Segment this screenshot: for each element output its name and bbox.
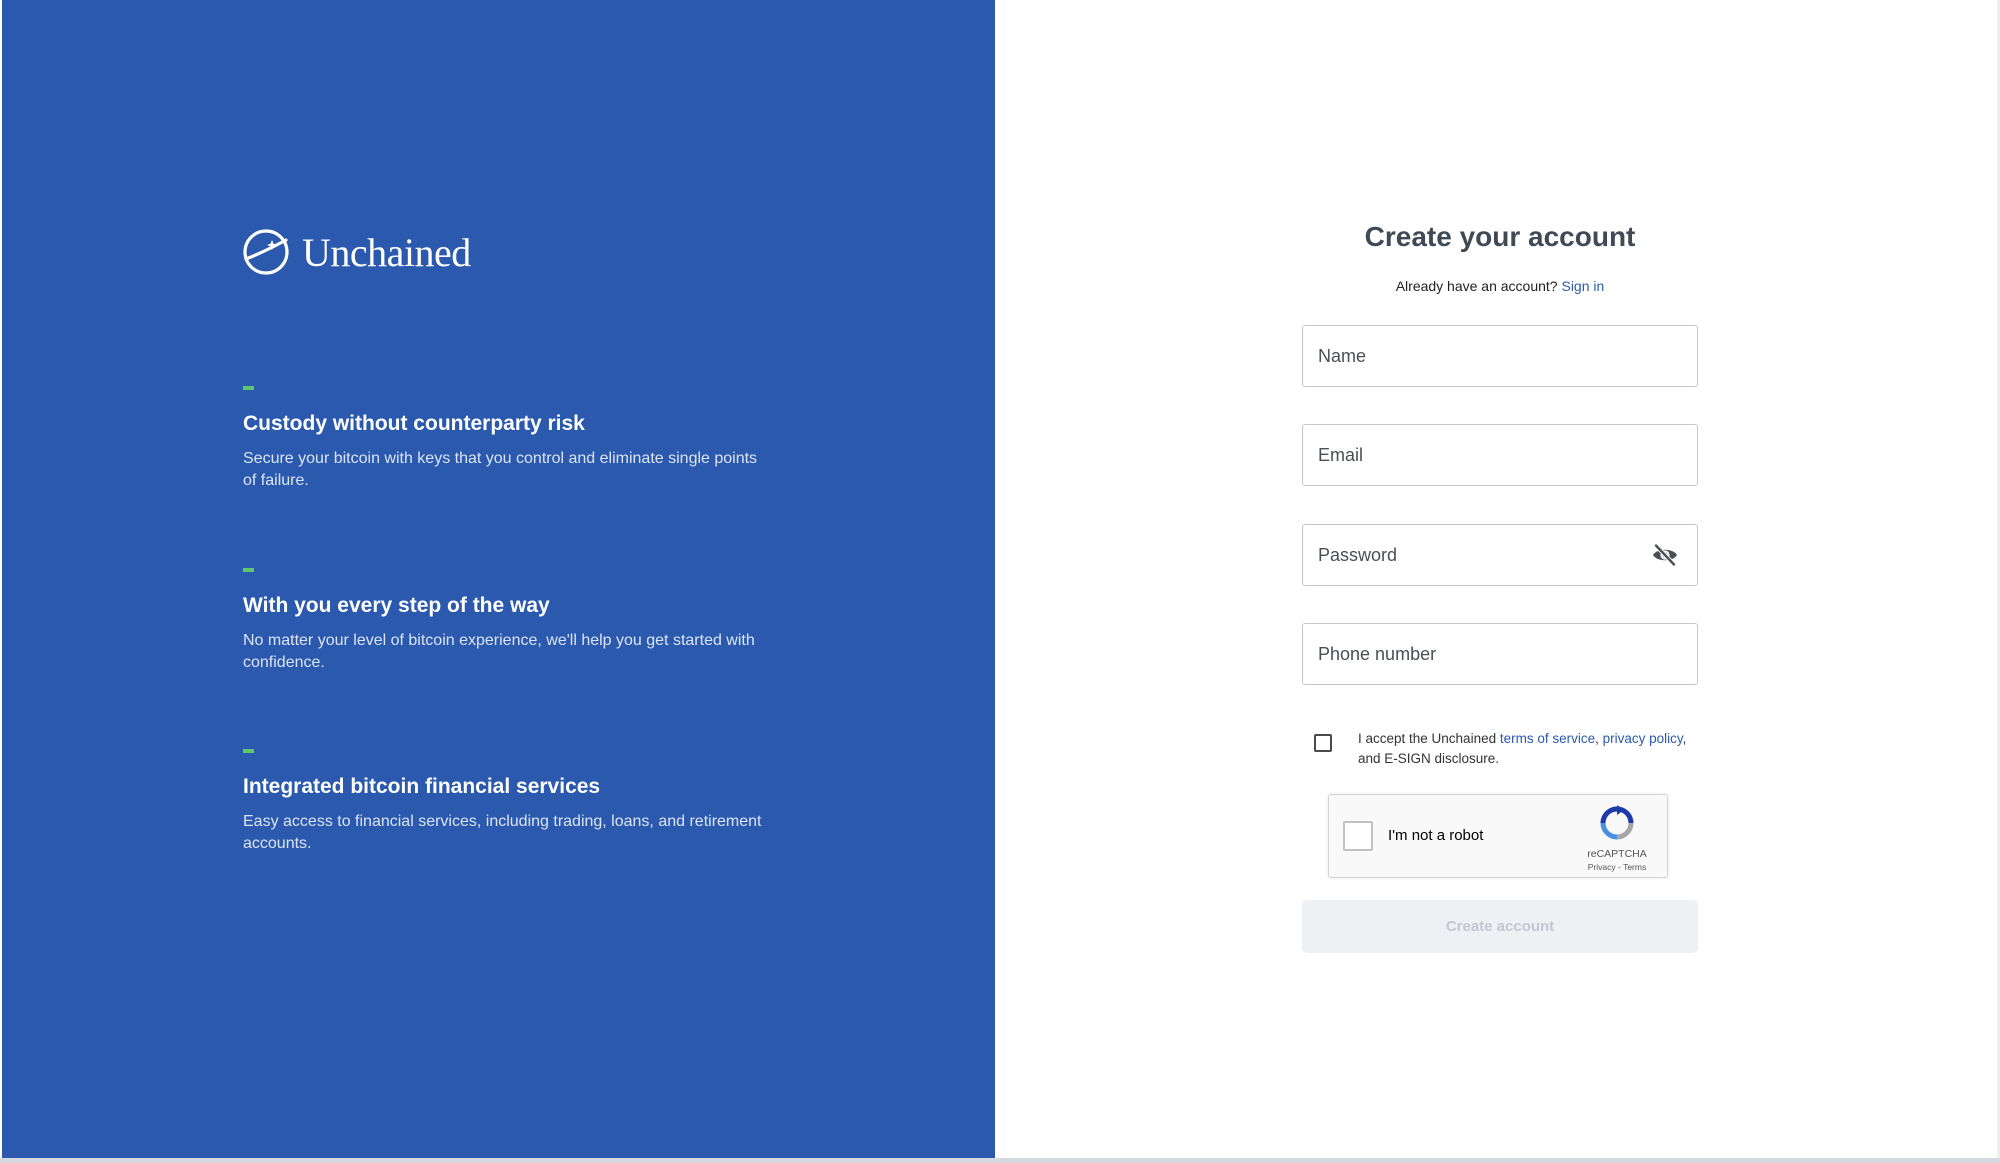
feature-accent-bar: [243, 568, 254, 572]
eye-slash-icon[interactable]: [1651, 543, 1679, 567]
feature-description: No matter your level of bitcoin experien…: [243, 632, 755, 671]
feature-description: Easy access to financial services, inclu…: [243, 813, 762, 852]
terms-separator: ,: [1595, 731, 1603, 746]
signin-prompt-text: Already have an account?: [1395, 278, 1558, 294]
brand-name: Unchained: [302, 229, 471, 275]
recaptcha-icon: [1600, 805, 1634, 840]
feature-support: With you every step of the way No matter…: [243, 568, 763, 674]
feature-accent-bar: [243, 386, 254, 390]
email-field: [1302, 424, 1698, 486]
recaptcha-brand: reCAPTCHA: [1587, 848, 1647, 860]
recaptcha-label: I'm not a robot: [1388, 827, 1484, 844]
feature-title: With you every step of the way: [243, 594, 550, 617]
window-bottom-border: [0, 1158, 2000, 1163]
email-input[interactable]: [1303, 425, 1648, 485]
feature-title: Custody without counterparty risk: [243, 412, 585, 435]
recaptcha-widget: I'm not a robot reCAPTCHA Privacy - Term…: [1328, 794, 1668, 878]
recaptcha-terms-link[interactable]: Terms: [1623, 862, 1646, 872]
feature-custody: Custody without counterparty risk Secure…: [243, 386, 763, 492]
feature-accent-bar: [243, 749, 254, 753]
terms-of-service-link[interactable]: terms of service: [1500, 731, 1595, 746]
password-field: [1302, 524, 1698, 586]
create-account-button[interactable]: Create account: [1302, 900, 1698, 953]
privacy-policy-link[interactable]: privacy policy: [1603, 731, 1683, 746]
terms-consent: I accept the Unchained terms of service,…: [1314, 729, 1694, 769]
terms-text: I accept the Unchained terms of service,…: [1358, 729, 1694, 769]
unchained-logo-icon: [243, 229, 289, 275]
terms-checkbox[interactable]: [1314, 734, 1332, 752]
feature-description: Secure your bitcoin with keys that you c…: [243, 450, 758, 489]
signin-prompt: Already have an account? Sign in: [1300, 278, 1700, 294]
signin-link[interactable]: Sign in: [1561, 278, 1604, 294]
terms-prefix: I accept the Unchained: [1358, 731, 1500, 746]
recaptcha-links-separator: -: [1615, 862, 1624, 872]
phone-field: [1302, 623, 1698, 685]
recaptcha-checkbox[interactable]: [1343, 821, 1373, 851]
form-title: Create your account: [1364, 221, 1636, 252]
name-field: [1302, 325, 1698, 387]
password-input[interactable]: [1303, 525, 1648, 585]
phone-input[interactable]: [1303, 624, 1648, 684]
name-input[interactable]: [1303, 326, 1648, 386]
recaptcha-links: Privacy - Terms: [1581, 862, 1653, 872]
feature-title: Integrated bitcoin financial services: [243, 775, 601, 798]
marketing-panel: Unchained Custody without counterparty r…: [2, 0, 995, 1158]
recaptcha-privacy-link[interactable]: Privacy: [1588, 862, 1616, 872]
brand-logo: Unchained: [242, 228, 471, 276]
recaptcha-logo: reCAPTCHA Privacy - Terms: [1581, 805, 1653, 872]
signup-page: Unchained Custody without counterparty r…: [0, 0, 2000, 1163]
feature-services: Integrated bitcoin financial services Ea…: [243, 749, 763, 855]
